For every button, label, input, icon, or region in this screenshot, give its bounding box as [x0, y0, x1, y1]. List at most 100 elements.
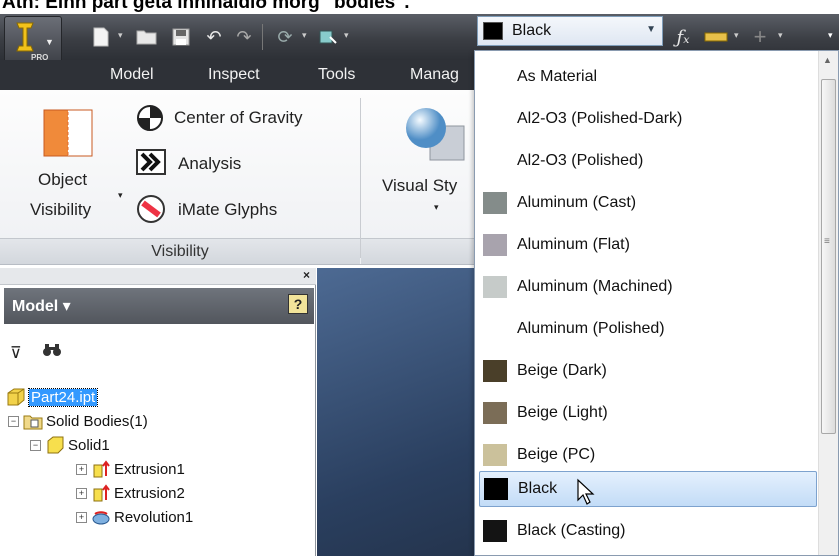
appearance-swatch [483, 22, 503, 40]
material-option[interactable]: Aluminum (Machined) [479, 269, 817, 305]
measure-icon[interactable] [702, 26, 730, 48]
model-browser: × Model ▾ ? ⊽ Part24.ipt − Solid Bodies(… [0, 268, 316, 556]
mouse-cursor-icon [577, 478, 595, 505]
appearance-dropdown-list: As Material Al2-O3 (Polished-Dark) Al2-O… [474, 50, 839, 556]
customize-arrow[interactable]: ▾ [828, 30, 833, 41]
material-option-highlighted[interactable]: Black [479, 471, 817, 507]
update-icon[interactable]: ⟳ [270, 26, 300, 48]
material-option[interactable]: Al2-O3 (Polished-Dark) [479, 101, 817, 137]
toolbar-separator [262, 24, 263, 50]
material-option[interactable]: Aluminum (Polished) [479, 311, 817, 347]
material-option[interactable]: Aluminum (Flat) [479, 227, 817, 263]
application-menu-button[interactable]: PRO ▼ [4, 16, 62, 66]
tree-item-label: Part24.ipt [27, 387, 99, 407]
plus-icon[interactable]: + [746, 24, 774, 49]
open-folder-icon[interactable] [134, 26, 160, 48]
tab-model[interactable]: Model [110, 66, 154, 84]
function-icon[interactable]: ƒₓ [668, 26, 698, 48]
imate-glyphs-icon[interactable] [136, 194, 166, 224]
center-of-gravity-label[interactable]: Center of Gravity [174, 108, 303, 128]
material-option[interactable]: As Material [479, 59, 817, 95]
material-option[interactable]: Aluminum (Cast) [479, 185, 817, 221]
scroll-up-icon[interactable]: ▲ [823, 55, 832, 65]
scroll-grip-icon: ≡ [824, 236, 830, 247]
new-file-icon[interactable] [88, 26, 114, 48]
tree-item-label: Solid Bodies(1) [46, 412, 148, 430]
color-swatch [484, 478, 508, 500]
chevron-down-icon[interactable]: ▼ [646, 24, 656, 35]
appearance-panel-title [361, 238, 480, 264]
tree-item-solid1[interactable]: − Solid1 [30, 434, 110, 456]
chevron-down-icon[interactable]: ▾ [434, 202, 439, 213]
browser-title: Model ▾ [12, 298, 71, 315]
inventor-logo-icon [16, 22, 34, 52]
analysis-label[interactable]: Analysis [178, 154, 241, 174]
chevron-down-icon: ▼ [45, 37, 54, 47]
material-option[interactable]: Al2-O3 (Polished) [479, 143, 817, 179]
collapse-icon[interactable]: − [30, 439, 41, 451]
dropdown-scrollbar[interactable]: ▲ ≡ [818, 51, 838, 555]
appearance-combo[interactable]: Black ▼ [477, 16, 663, 46]
extrusion-icon [93, 460, 110, 478]
graphics-viewport[interactable] [317, 268, 477, 556]
browser-grip[interactable]: × [0, 268, 316, 285]
material-option[interactable]: Beige (Light) [479, 395, 817, 431]
update-dropdown-arrow[interactable]: ▾ [302, 30, 307, 41]
object-visibility-icon[interactable] [42, 108, 94, 158]
select-icon[interactable] [316, 26, 340, 48]
color-swatch [483, 402, 507, 424]
color-swatch [483, 360, 507, 382]
ribbon-tabs: Model Inspect Tools Manag [0, 60, 480, 90]
color-swatch [483, 234, 507, 256]
help-icon[interactable]: ? [288, 294, 308, 314]
color-swatch [483, 276, 507, 298]
scrollbar-thumb[interactable] [821, 79, 836, 434]
new-dropdown-arrow[interactable]: ▾ [118, 30, 123, 41]
color-swatch [483, 520, 507, 542]
solid-body-icon [47, 436, 64, 454]
expand-icon[interactable]: + [76, 487, 87, 499]
tab-manage[interactable]: Manag [410, 66, 459, 84]
material-option[interactable]: Black (Casting) [479, 513, 817, 549]
extrusion-icon [93, 484, 110, 502]
plus-dropdown-arrow[interactable]: ▾ [778, 30, 783, 41]
save-icon[interactable] [168, 26, 194, 48]
tree-item-label: Solid1 [68, 436, 110, 454]
close-icon[interactable]: × [303, 268, 310, 282]
chevron-down-icon[interactable]: ▾ [118, 190, 123, 201]
imate-glyphs-label[interactable]: iMate Glyphs [178, 200, 277, 220]
ribbon-panel: Object Visibility ▾ Center of Gravity An… [0, 90, 480, 265]
measure-dropdown-arrow[interactable]: ▾ [734, 30, 739, 41]
expand-icon[interactable]: + [76, 463, 87, 475]
expand-icon[interactable]: + [76, 511, 87, 523]
tree-item-solid-bodies[interactable]: − Solid Bodies(1) [8, 410, 148, 432]
browser-toolbar: ⊽ [10, 342, 78, 363]
material-option[interactable]: Beige (PC) [479, 437, 817, 473]
object-visibility-label-1: Object [38, 170, 88, 189]
object-visibility-label-2: Visibility [30, 200, 92, 219]
tab-tools[interactable]: Tools [318, 66, 355, 84]
caption-text-strip: Ath: Einn part geta innihaldið mörg "bod… [0, 0, 839, 14]
visual-style-icon[interactable] [402, 106, 472, 166]
tree-item-part[interactable]: Part24.ipt [6, 386, 99, 408]
center-of-gravity-icon[interactable] [136, 104, 164, 132]
browser-header[interactable]: Model ▾ ? [4, 288, 314, 324]
select-dropdown-arrow[interactable]: ▾ [344, 30, 349, 41]
tree-item-revolution1[interactable]: + Revolution1 [76, 506, 193, 528]
solid-bodies-folder-icon [23, 415, 43, 430]
undo-icon[interactable]: ↶ [202, 26, 226, 48]
collapse-icon[interactable]: − [8, 415, 19, 427]
visual-style-label[interactable]: Visual Sty [382, 176, 457, 196]
binoculars-icon[interactable] [42, 344, 62, 362]
tab-inspect[interactable]: Inspect [208, 66, 260, 84]
analysis-icon[interactable] [136, 148, 166, 176]
tree-item-extrusion2[interactable]: + Extrusion2 [76, 482, 185, 504]
color-swatch [483, 444, 507, 466]
caption: Ath: Einn part geta innihaldið mörg "bod… [2, 0, 410, 13]
tree-item-label: Extrusion1 [114, 460, 185, 478]
visibility-panel-title: Visibility [0, 238, 360, 264]
filter-icon[interactable]: ⊽ [10, 345, 22, 362]
redo-icon[interactable]: ↷ [232, 26, 256, 48]
tree-item-extrusion1[interactable]: + Extrusion1 [76, 458, 185, 480]
material-option[interactable]: Beige (Dark) [479, 353, 817, 389]
